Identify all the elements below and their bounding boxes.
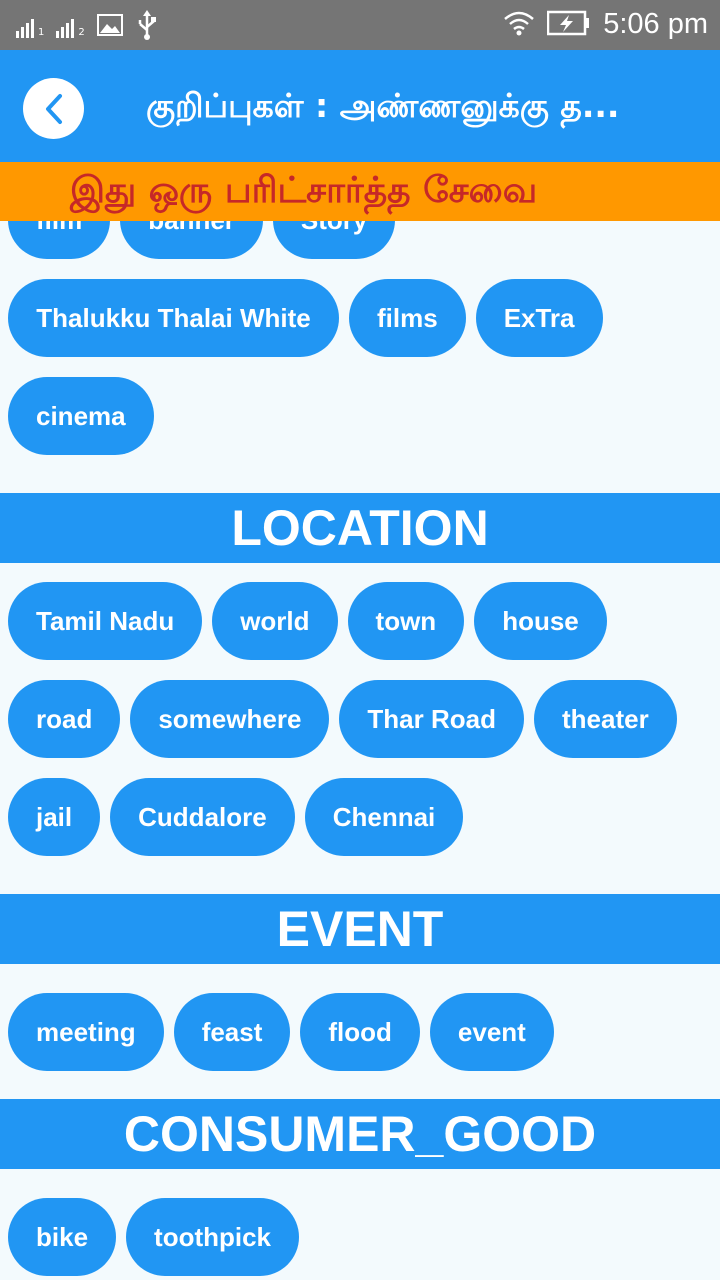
sim-slot-label: 1 [38,27,45,38]
tag-chip[interactable]: town [347,582,465,660]
tag-chip[interactable]: Thar Road [339,680,524,758]
tag-chip[interactable]: theater [534,680,677,758]
tag-chip[interactable]: Chennai [304,778,464,856]
usb-icon [135,10,159,44]
wifi-icon [503,10,535,40]
tag-chip[interactable]: banner [120,221,263,259]
battery-charging-icon [546,10,591,40]
chevron-left-icon [45,93,62,124]
page-title: குறிப்புகள் : அண்ணனுக்கு த... [146,86,620,125]
tag-list[interactable]: film banner Story Thalukku Thalai White … [0,221,720,1280]
tag-chip[interactable]: world [212,582,338,660]
tag-chip[interactable]: Story [272,221,396,259]
status-bar: 1 2 5:06 pm [0,0,720,50]
clock: 5:06 pm [603,8,708,40]
tag-chip[interactable]: flood [300,993,420,1071]
tag-chip[interactable]: road [8,680,121,758]
section-header-event: EVENT [0,894,720,964]
tag-chip[interactable]: feast [173,993,291,1071]
tag-chip[interactable]: bike [8,1198,117,1276]
section-header-location: LOCATION [0,493,720,563]
tag-chip[interactable]: event [429,993,554,1071]
section-header-consumer-good: CONSUMER_GOOD [0,1099,720,1169]
chip-group-event: meeting feast flood event [0,993,720,1071]
signal-icon: 1 [16,16,44,38]
back-button[interactable] [23,78,84,139]
app-bar: குறிப்புகள் : அண்ணனுக்கு த... [0,50,720,162]
tag-chip[interactable]: films [349,279,466,357]
tag-chip[interactable]: somewhere [130,680,330,758]
tag-chip[interactable]: ExTra [475,279,603,357]
chip-group-consumer-good: bike toothpick [0,1198,720,1276]
tag-chip[interactable]: Cuddalore [110,778,295,856]
notice-banner: இது ஒரு பரிட்சார்த்த சேவை [0,162,720,221]
signal-icon: 2 [56,16,85,38]
tag-chip[interactable]: toothpick [126,1198,300,1276]
tag-chip[interactable]: Tamil Nadu [8,582,203,660]
notice-text: இது ஒரு பரிட்சார்த்த சேவை [70,170,538,211]
tag-chip[interactable]: Thalukku Thalai White [8,279,339,357]
chip-group-top: film banner Story Thalukku Thalai White … [0,221,720,455]
sim-slot-label: 2 [78,27,85,38]
tag-chip[interactable]: meeting [8,993,164,1071]
tag-chip[interactable]: film [8,221,111,259]
image-icon [96,14,123,40]
chip-group-location: Tamil Nadu world town house road somewhe… [0,582,720,856]
tag-chip[interactable]: house [474,582,607,660]
tag-chip[interactable]: cinema [8,377,154,455]
tag-chip[interactable]: jail [8,778,101,856]
